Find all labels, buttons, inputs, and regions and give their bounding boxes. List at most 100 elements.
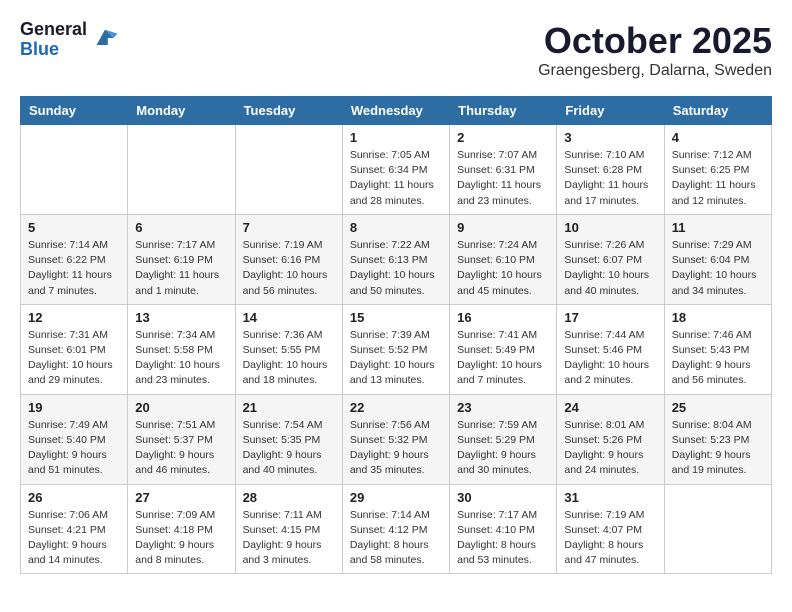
week-row-1: 1Sunrise: 7:05 AM Sunset: 6:34 PM Daylig… [21,125,772,215]
weekday-header-thursday: Thursday [450,97,557,125]
day-info: Sunrise: 7:31 AM Sunset: 6:01 PM Dayligh… [28,328,120,389]
day-number: 30 [457,490,549,505]
day-number: 21 [243,400,335,415]
calendar-cell: 24 Sunrise: 8:01 AM Sunset: 5:26 PM Dayli… [557,394,664,484]
calendar-cell: 30Sunrise: 7:17 AM Sunset: 4:10 PM Dayli… [450,484,557,574]
month-title: October 2025 [538,20,772,62]
day-number: 3 [564,130,656,145]
day-number: 24 [564,400,656,415]
day-info: Sunrise: 7:09 AM Sunset: 4:18 PM Dayligh… [135,508,227,569]
weekday-header-saturday: Saturday [664,97,771,125]
page-header: General Blue October 2025 Graengesberg, … [20,20,772,80]
day-info: Sunrise: 7:14 AM Sunset: 6:22 PM Dayligh… [28,238,120,299]
day-number: 16 [457,310,549,325]
day-info: Sunrise: 7:17 AM Sunset: 6:19 PM Dayligh… [135,238,227,299]
calendar-cell: 20Sunrise: 7:51 AM Sunset: 5:37 PM Dayli… [128,394,235,484]
calendar-cell: 4Sunrise: 7:12 AM Sunset: 6:25 PM Daylig… [664,125,771,215]
day-number: 6 [135,220,227,235]
calendar-cell: 17Sunrise: 7:44 AM Sunset: 5:46 PM Dayli… [557,304,664,394]
day-number: 7 [243,220,335,235]
day-info: Sunrise: 7:46 AM Sunset: 5:43 PM Dayligh… [672,328,764,389]
calendar-cell: 16 Sunrise: 7:41 AM Sunset: 5:49 PM Dayli… [450,304,557,394]
day-info: Sunrise: 7:19 AM Sunset: 4:07 PM Dayligh… [564,508,656,569]
logo: General Blue [20,20,119,60]
day-info: Sunrise: 7:14 AM Sunset: 4:12 PM Dayligh… [350,508,442,569]
calendar-cell: 5 Sunrise: 7:14 AM Sunset: 6:22 PM Daylig… [21,214,128,304]
calendar-cell: 15 Sunrise: 7:39 AM Sunset: 5:52 PM Dayli… [342,304,449,394]
weekday-header-sunday: Sunday [21,97,128,125]
weekday-header-friday: Friday [557,97,664,125]
day-info: Sunrise: 7:22 AM Sunset: 6:13 PM Dayligh… [350,238,442,299]
day-number: 10 [564,220,656,235]
calendar-cell: 21 Sunrise: 7:54 AM Sunset: 5:35 PM Dayli… [235,394,342,484]
day-number: 26 [28,490,120,505]
calendar-cell: 12 Sunrise: 7:31 AM Sunset: 6:01 PM Dayli… [21,304,128,394]
day-info: Sunrise: 7:24 AM Sunset: 6:10 PM Dayligh… [457,238,549,299]
calendar-cell [128,125,235,215]
week-row-4: 19Sunrise: 7:49 AM Sunset: 5:40 PM Dayli… [21,394,772,484]
day-number: 4 [672,130,764,145]
day-info: Sunrise: 7:44 AM Sunset: 5:46 PM Dayligh… [564,328,656,389]
day-number: 8 [350,220,442,235]
calendar-cell: 8 Sunrise: 7:22 AM Sunset: 6:13 PM Daylig… [342,214,449,304]
weekday-header-monday: Monday [128,97,235,125]
day-number: 2 [457,130,549,145]
weekday-header-wednesday: Wednesday [342,97,449,125]
weekday-header-row: SundayMondayTuesdayWednesdayThursdayFrid… [21,97,772,125]
calendar-cell: 23Sunrise: 7:59 AM Sunset: 5:29 PM Dayli… [450,394,557,484]
day-number: 25 [672,400,764,415]
day-number: 15 [350,310,442,325]
day-number: 22 [350,400,442,415]
day-info: Sunrise: 7:07 AM Sunset: 6:31 PM Dayligh… [457,148,549,209]
calendar-cell: 2 Sunrise: 7:07 AM Sunset: 6:31 PM Daylig… [450,125,557,215]
day-number: 18 [672,310,764,325]
calendar-cell [235,125,342,215]
calendar-cell: 27 Sunrise: 7:09 AM Sunset: 4:18 PM Dayli… [128,484,235,574]
day-info: Sunrise: 8:01 AM Sunset: 5:26 PM Dayligh… [564,418,656,479]
calendar-cell: 19Sunrise: 7:49 AM Sunset: 5:40 PM Dayli… [21,394,128,484]
day-number: 19 [28,400,120,415]
day-number: 20 [135,400,227,415]
calendar-cell: 26 Sunrise: 7:06 AM Sunset: 4:21 PM Dayli… [21,484,128,574]
day-info: Sunrise: 7:39 AM Sunset: 5:52 PM Dayligh… [350,328,442,389]
day-info: Sunrise: 8:04 AM Sunset: 5:23 PM Dayligh… [672,418,764,479]
calendar-cell [21,125,128,215]
day-number: 27 [135,490,227,505]
day-info: Sunrise: 7:06 AM Sunset: 4:21 PM Dayligh… [28,508,120,569]
logo-icon [91,24,119,52]
day-info: Sunrise: 7:56 AM Sunset: 5:32 PM Dayligh… [350,418,442,479]
calendar-cell: 14Sunrise: 7:36 AM Sunset: 5:55 PM Dayli… [235,304,342,394]
logo-general-text: General [20,20,87,40]
calendar-cell: 18 Sunrise: 7:46 AM Sunset: 5:43 PM Dayli… [664,304,771,394]
day-number: 12 [28,310,120,325]
calendar-cell: 6 Sunrise: 7:17 AM Sunset: 6:19 PM Daylig… [128,214,235,304]
week-row-2: 5 Sunrise: 7:14 AM Sunset: 6:22 PM Daylig… [21,214,772,304]
calendar-cell: 28 Sunrise: 7:11 AM Sunset: 4:15 PM Dayli… [235,484,342,574]
week-row-3: 12 Sunrise: 7:31 AM Sunset: 6:01 PM Dayli… [21,304,772,394]
day-number: 11 [672,220,764,235]
day-number: 31 [564,490,656,505]
calendar-table: SundayMondayTuesdayWednesdayThursdayFrid… [20,96,772,574]
title-block: October 2025 Graengesberg, Dalarna, Swed… [538,20,772,80]
day-info: Sunrise: 7:05 AM Sunset: 6:34 PM Dayligh… [350,148,442,209]
day-info: Sunrise: 7:34 AM Sunset: 5:58 PM Dayligh… [135,328,227,389]
calendar-cell: 11 Sunrise: 7:29 AM Sunset: 6:04 PM Dayli… [664,214,771,304]
day-info: Sunrise: 7:26 AM Sunset: 6:07 PM Dayligh… [564,238,656,299]
day-info: Sunrise: 7:10 AM Sunset: 6:28 PM Dayligh… [564,148,656,209]
calendar-cell: 29Sunrise: 7:14 AM Sunset: 4:12 PM Dayli… [342,484,449,574]
day-info: Sunrise: 7:11 AM Sunset: 4:15 PM Dayligh… [243,508,335,569]
day-info: Sunrise: 7:29 AM Sunset: 6:04 PM Dayligh… [672,238,764,299]
calendar-cell: 9 Sunrise: 7:24 AM Sunset: 6:10 PM Daylig… [450,214,557,304]
day-info: Sunrise: 7:54 AM Sunset: 5:35 PM Dayligh… [243,418,335,479]
day-info: Sunrise: 7:19 AM Sunset: 6:16 PM Dayligh… [243,238,335,299]
location: Graengesberg, Dalarna, Sweden [538,62,772,80]
day-info: Sunrise: 7:36 AM Sunset: 5:55 PM Dayligh… [243,328,335,389]
day-number: 28 [243,490,335,505]
calendar-cell: 3 Sunrise: 7:10 AM Sunset: 6:28 PM Daylig… [557,125,664,215]
calendar-cell: 22 Sunrise: 7:56 AM Sunset: 5:32 PM Dayli… [342,394,449,484]
day-number: 5 [28,220,120,235]
calendar-cell: 31 Sunrise: 7:19 AM Sunset: 4:07 PM Dayli… [557,484,664,574]
day-info: Sunrise: 7:41 AM Sunset: 5:49 PM Dayligh… [457,328,549,389]
day-number: 9 [457,220,549,235]
weekday-header-tuesday: Tuesday [235,97,342,125]
